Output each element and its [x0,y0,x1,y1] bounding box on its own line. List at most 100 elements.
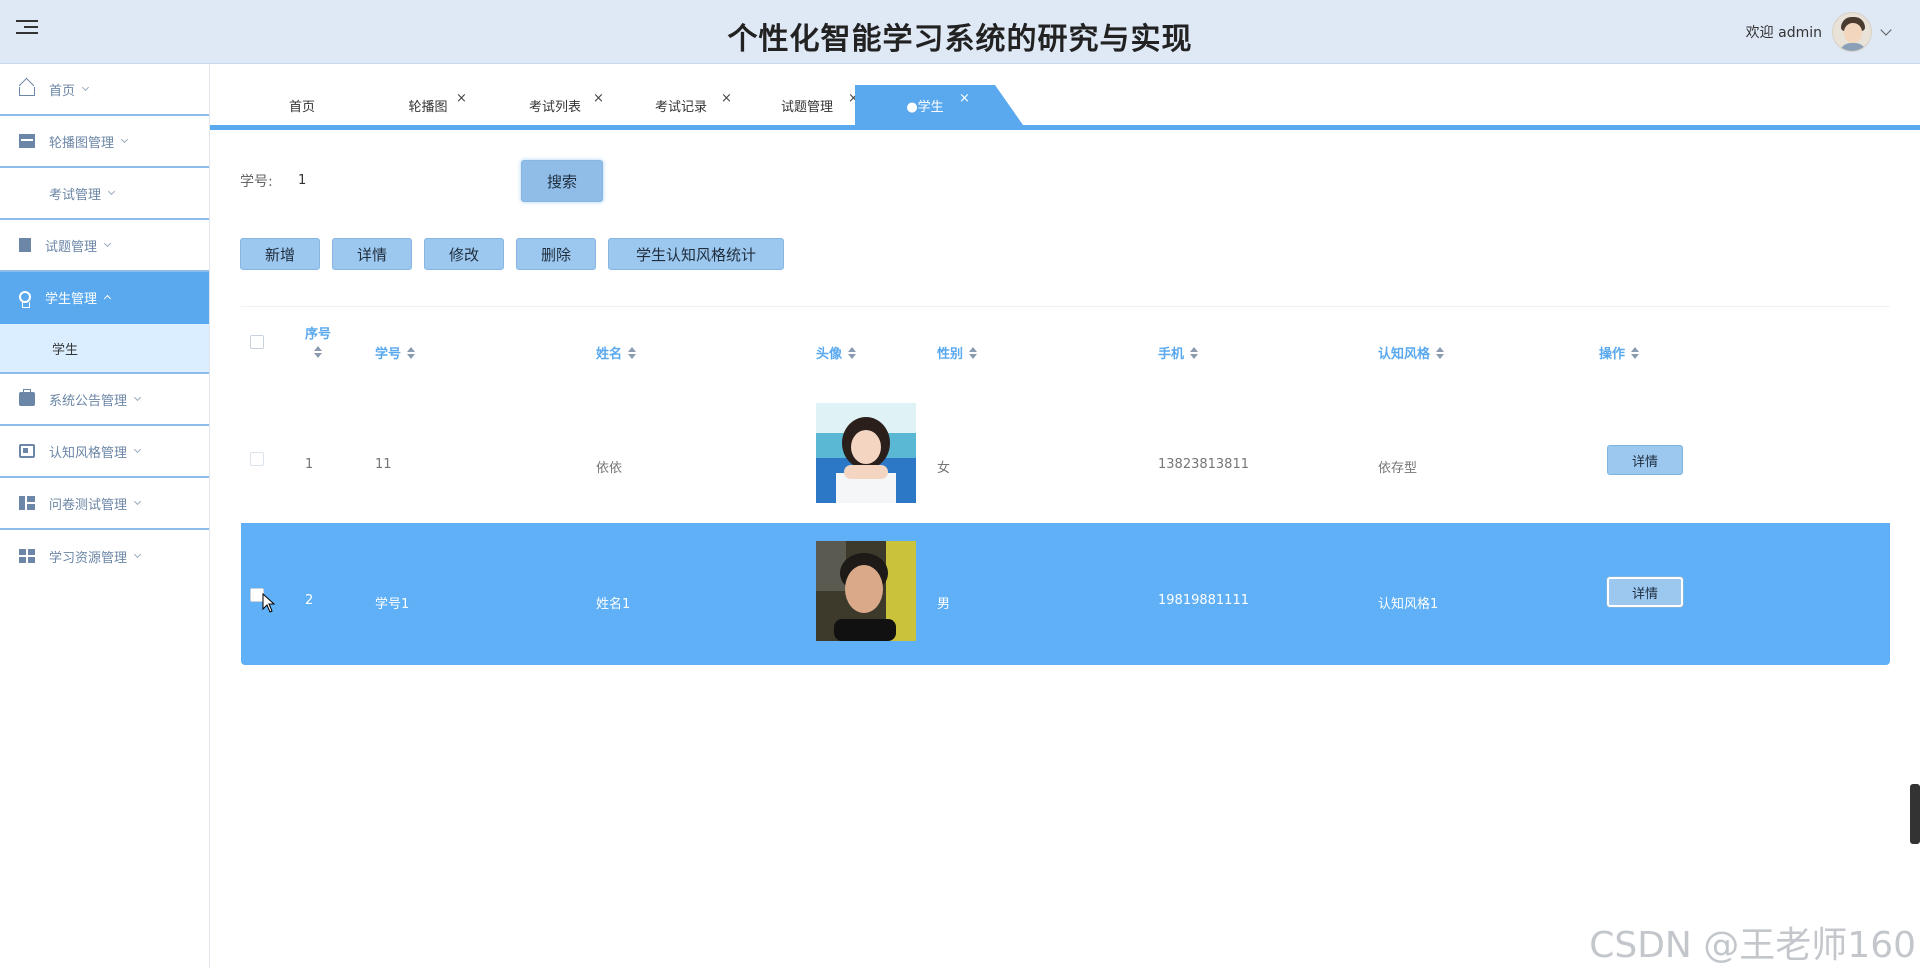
chevron-down-icon [133,497,142,506]
chevron-up-icon [103,294,112,303]
cell-name: 依依 [596,461,623,476]
column-student-no[interactable]: 学号 [375,343,416,362]
chevron-down-icon [107,187,116,196]
close-icon[interactable]: × [959,91,970,106]
sidebar-item-students[interactable]: 学生管理 [0,272,209,324]
column-avatar[interactable]: 头像 [816,343,857,362]
column-phone[interactable]: 手机 [1158,343,1199,362]
detail-button[interactable]: 详情 [332,238,412,270]
sidebar-item-label: 学生 [52,342,79,358]
mouse-cursor-icon [262,593,276,613]
close-icon[interactable]: × [593,91,604,106]
student-avatar-photo [816,541,916,641]
close-icon[interactable]: × [721,91,732,106]
tab-label: 轮播图 [408,99,448,115]
cell-student-no: 11 [375,457,392,472]
add-button[interactable]: 新增 [240,238,320,270]
sidebar-item-cognitive-style[interactable]: 认知风格管理 [0,426,209,478]
cell-cognitive-style: 认知风格1 [1378,597,1439,612]
chevron-down-icon [120,135,129,144]
sort-icon[interactable] [848,346,857,359]
sidebar-item-announcements[interactable]: 系统公告管理 [0,374,209,426]
close-icon[interactable]: × [456,91,467,106]
grid-icon [19,549,35,563]
column-actions[interactable]: 操作 [1599,343,1640,362]
chevron-down-icon [133,550,142,559]
delete-button[interactable]: 删除 [516,238,596,270]
sidebar-item-label: 学生管理 [45,291,98,307]
column-index[interactable]: 序号 [305,323,331,358]
sidebar-item-questionnaire[interactable]: 问卷测试管理 [0,478,209,530]
sidebar-item-label: 系统公告管理 [49,393,128,409]
cell-student-no: 学号1 [375,597,410,612]
sort-icon[interactable] [628,346,637,359]
chevron-down-icon[interactable] [1880,24,1892,36]
sort-icon[interactable] [1436,346,1445,359]
cell-index: 2 [305,593,314,608]
sort-icon[interactable] [314,346,322,358]
cell-index: 1 [305,457,314,472]
archive-icon [19,134,35,148]
tab-exam-list[interactable]: 考试列表 × [500,85,610,125]
sidebar-item-label: 轮播图管理 [49,135,115,151]
column-cognitive-style[interactable]: 认知风格 [1378,343,1445,362]
select-all-checkbox[interactable] [250,335,264,349]
tab-label: 考试记录 [654,99,707,115]
search-button[interactable]: 搜索 [521,160,603,202]
sort-icon[interactable] [1190,346,1199,359]
home-icon [19,87,35,96]
table-row[interactable]: 1 11 依依 女 13823813811 依存型 详情 [241,393,1890,535]
chevron-down-icon [133,393,142,402]
cell-phone: 19819881111 [1158,593,1249,608]
edit-button[interactable]: 修改 [424,238,504,270]
student-no-input[interactable] [298,163,508,197]
sidebar: 首页 轮播图管理 考试管理 试题管理 学生管理 学生 系统公告管理 认知风格管理… [0,64,210,968]
table-header: 序号 学号 姓名 头像 性别 手机 认知风格 操作 [241,307,1890,387]
book-icon [19,238,31,252]
sort-icon[interactable] [969,346,978,359]
side-scroll-handle[interactable] [1910,784,1920,844]
tab-carousel[interactable]: 轮播图 × [378,85,478,125]
site-title: 个性化智能学习系统的研究与实现 [727,22,1193,57]
column-gender[interactable]: 性别 [937,343,978,362]
cell-cognitive-style: 依存型 [1378,461,1418,476]
tab-question-manage[interactable]: 试题管理 × [752,85,862,125]
welcome-text: 欢迎 admin [1745,25,1822,41]
tab-home[interactable]: 首页 [262,85,342,125]
award-icon [19,291,31,308]
row-detail-button[interactable]: 详情 [1607,577,1683,607]
row-checkbox[interactable] [250,452,264,466]
sidebar-item-exams[interactable]: 考试管理 [0,168,209,220]
tab-exam-records[interactable]: 考试记录 × [626,85,736,125]
tab-underline [210,125,1920,130]
dashboard-icon [19,496,35,510]
sidebar-item-carousel[interactable]: 轮播图管理 [0,116,209,168]
sidebar-subitem-student[interactable]: 学生 [0,324,209,374]
cell-name: 姓名1 [596,597,631,612]
table-row[interactable]: 2 学号1 姓名1 男 19819881111 认知风格1 详情 [241,523,1890,665]
sidebar-item-resources[interactable]: 学习资源管理 [0,530,209,582]
watermark: CSDN @王老师160 [1589,925,1916,966]
tab-student[interactable]: ●学生 × [855,85,1023,125]
sort-icon[interactable] [407,346,416,359]
user-avatar[interactable] [1832,12,1872,52]
cell-gender: 男 [937,597,951,612]
user-menu[interactable]: 欢迎 admin [1745,10,1892,54]
student-avatar-photo [816,403,916,503]
chevron-down-icon [133,445,142,454]
chevron-down-icon [81,83,90,92]
row-detail-button[interactable]: 详情 [1607,445,1683,475]
tab-label: 试题管理 [780,99,833,115]
sort-icon[interactable] [1631,346,1640,359]
sidebar-item-home[interactable]: 首页 [0,64,209,116]
sidebar-item-label: 试题管理 [45,239,98,255]
sidebar-item-label: 问卷测试管理 [49,497,128,513]
tab-label: 首页 [288,99,315,115]
sidebar-item-label: 考试管理 [49,187,102,203]
cognitive-style-stats-button[interactable]: 学生认知风格统计 [608,238,784,270]
top-header: 个性化智能学习系统的研究与实现 欢迎 admin [0,0,1920,64]
sidebar-item-questions[interactable]: 试题管理 [0,220,209,272]
column-name[interactable]: 姓名 [596,343,637,362]
chevron-down-icon [103,239,112,248]
student-table: 序号 学号 姓名 头像 性别 手机 认知风格 操作 1 11 依依 女 1382… [241,306,1890,666]
